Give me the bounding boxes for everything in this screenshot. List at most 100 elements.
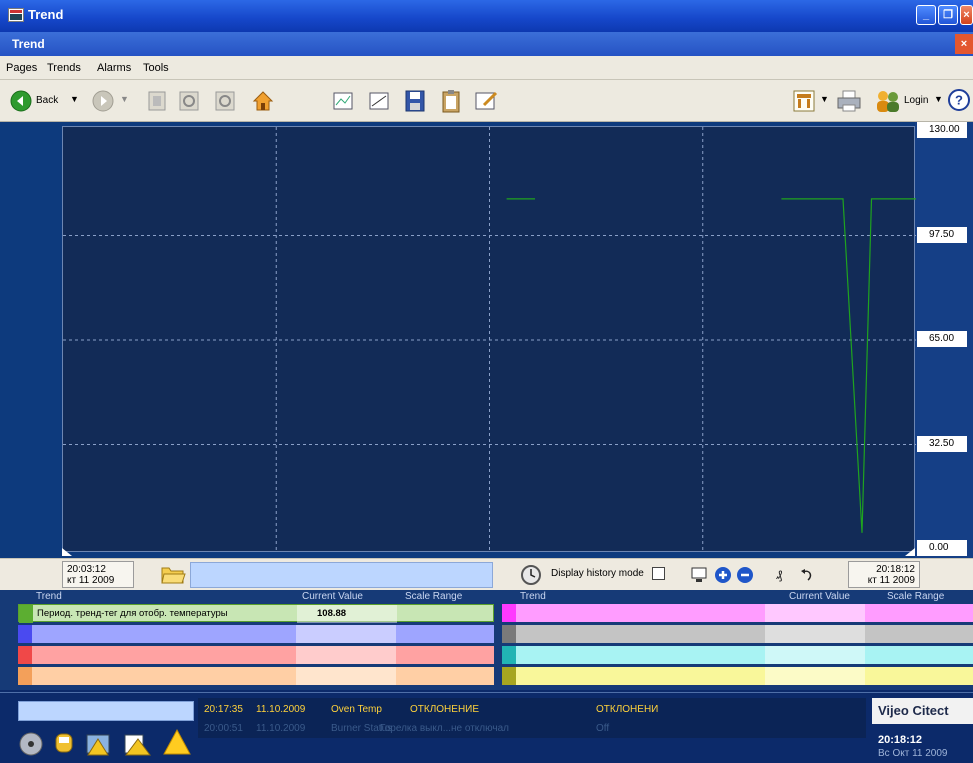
left-current-value-header: Current Value [302, 591, 363, 602]
forward-dropdown[interactable]: ▼ [120, 94, 129, 104]
clipboard-icon[interactable] [440, 88, 462, 114]
app-icon [8, 8, 24, 22]
pen-color-swatch[interactable] [502, 646, 516, 664]
right-pen-row[interactable] [502, 604, 973, 622]
alarm-warning-icon[interactable] [122, 729, 152, 757]
zoom-out-icon[interactable] [736, 566, 754, 584]
right-scale-range-header: Scale Range [887, 591, 945, 602]
clock-time: 20:18:12 [878, 734, 923, 746]
pen-current-value [765, 604, 865, 622]
right-trend-header: Trend [520, 591, 546, 602]
pen-color-swatch[interactable] [502, 625, 516, 643]
pen-current-value [296, 625, 396, 643]
end-time: 20:18:12 [876, 564, 915, 575]
pen-color-swatch[interactable] [502, 604, 516, 622]
pen-current-value [296, 646, 396, 664]
cursor-icon[interactable]: ₰ [774, 566, 792, 584]
back-button[interactable]: Back ▼ [10, 90, 80, 112]
alarm-2-time: 20:00:51 [204, 723, 243, 734]
minimize-button[interactable]: _ [916, 5, 936, 25]
left-pen-row[interactable] [18, 646, 494, 664]
toolbar: Back ▼ ▼ ▼ Login ▼ ? [0, 80, 973, 122]
pen-current-value [765, 625, 865, 643]
pen-name: Период. тренд-тег для отобр. температуры [37, 608, 228, 619]
right-pen-row[interactable] [502, 646, 973, 664]
screen-icon[interactable] [690, 566, 708, 584]
alarm-list[interactable]: 20:17:35 11.10.2009 Oven Temp ОТКЛОНЕНИЕ… [198, 698, 866, 738]
right-current-value-header: Current Value [789, 591, 850, 602]
time-navigation-bar: 20:03:12 кт 11 2009 Display history mode… [0, 558, 973, 590]
left-cursor-handle-icon[interactable] [62, 548, 74, 556]
back-label: Back [36, 95, 59, 106]
users-icon [877, 91, 899, 112]
title-bar: Trend _ ❐ × [0, 0, 973, 32]
pen-color-swatch[interactable] [18, 646, 32, 664]
history-mode-checkbox[interactable] [652, 567, 665, 580]
page-next-icon[interactable] [214, 90, 236, 112]
zoom-in-icon[interactable] [714, 566, 732, 584]
y-tick-label: 0.00 [917, 540, 967, 556]
start-time-box[interactable]: 20:03:12 кт 11 2009 [62, 561, 134, 588]
page-title: Trend [12, 37, 45, 51]
svg-text:?: ? [955, 93, 963, 108]
left-scale-range-header: Scale Range [405, 591, 463, 602]
menu-view-icon[interactable] [792, 89, 816, 113]
forward-arrow-icon[interactable] [92, 90, 114, 112]
alarm-bell-icon[interactable] [50, 729, 78, 757]
alarm-2-desc: Горелка выкл...не отключал [380, 723, 510, 734]
menu-bar: Pages Trends Alarms Tools [0, 56, 973, 80]
left-pen-row[interactable] [18, 625, 494, 643]
close-button[interactable]: × [960, 5, 973, 25]
help-icon[interactable]: ? [948, 89, 970, 111]
window-title: Trend [28, 7, 64, 22]
end-time-box[interactable]: 20:18:12 кт 11 2009 [848, 561, 920, 588]
restore-button[interactable]: ❐ [938, 5, 958, 25]
save-icon[interactable] [404, 89, 426, 113]
y-tick-label: 65.00 [917, 331, 967, 347]
printer-icon[interactable] [836, 89, 862, 113]
alarm-1-desc: ОТКЛОНЕНИЕ [410, 704, 480, 715]
trend-plot-area[interactable] [62, 126, 916, 553]
history-mode-label: Display history mode [551, 568, 644, 579]
pen-color-swatch[interactable] [18, 625, 32, 643]
svg-text:₰: ₰ [776, 568, 783, 582]
left-trend-header: Trend [36, 591, 62, 602]
left-pen-row[interactable] [18, 667, 494, 685]
folder-icon[interactable] [160, 563, 186, 585]
page-prev-icon[interactable] [178, 90, 200, 112]
right-pen-row[interactable] [502, 625, 973, 643]
alarm-1-tag: Oven Temp [331, 704, 382, 715]
pen-color-swatch[interactable] [19, 605, 33, 623]
trend-view-icon[interactable] [332, 90, 354, 112]
end-date: кт 11 2009 [867, 575, 915, 586]
back-arrow-icon [10, 90, 32, 112]
right-pen-row[interactable] [502, 667, 973, 685]
disc-icon[interactable] [18, 731, 44, 757]
login-label: Login [904, 95, 929, 106]
alarm-list-icon[interactable] [84, 729, 114, 757]
menu-view-dropdown[interactable]: ▼ [820, 94, 829, 104]
page-icon[interactable] [146, 90, 168, 112]
graph-icon[interactable] [368, 90, 390, 112]
status-input[interactable] [18, 701, 194, 721]
menu-tools[interactable]: Tools [143, 62, 169, 74]
menu-trends[interactable]: Trends [47, 62, 81, 74]
alarm-2-date: 11.10.2009 [256, 723, 306, 734]
page-close-button[interactable]: × [955, 34, 973, 54]
right-cursor-handle-icon[interactable] [903, 548, 915, 556]
menu-alarms[interactable]: Alarms [97, 62, 131, 74]
alarm-1-date: 11.10.2009 [256, 704, 306, 715]
clock-icon[interactable] [520, 564, 542, 586]
home-icon[interactable] [250, 88, 276, 114]
pen-current-value [765, 646, 865, 664]
y-tick-label: 130.00 [917, 122, 967, 138]
menu-pages[interactable]: Pages [6, 62, 37, 74]
edit-chart-icon[interactable] [474, 89, 500, 113]
trend-name-field[interactable] [190, 562, 493, 588]
pen-color-swatch[interactable] [18, 667, 32, 685]
undo-icon[interactable] [798, 566, 816, 584]
warning-triangle-icon[interactable] [162, 727, 192, 757]
left-pen-row[interactable]: Период. тренд-тег для отобр. температуры… [18, 604, 494, 623]
pen-color-swatch[interactable] [502, 667, 516, 685]
login-button[interactable]: Login ▼ [874, 88, 944, 114]
